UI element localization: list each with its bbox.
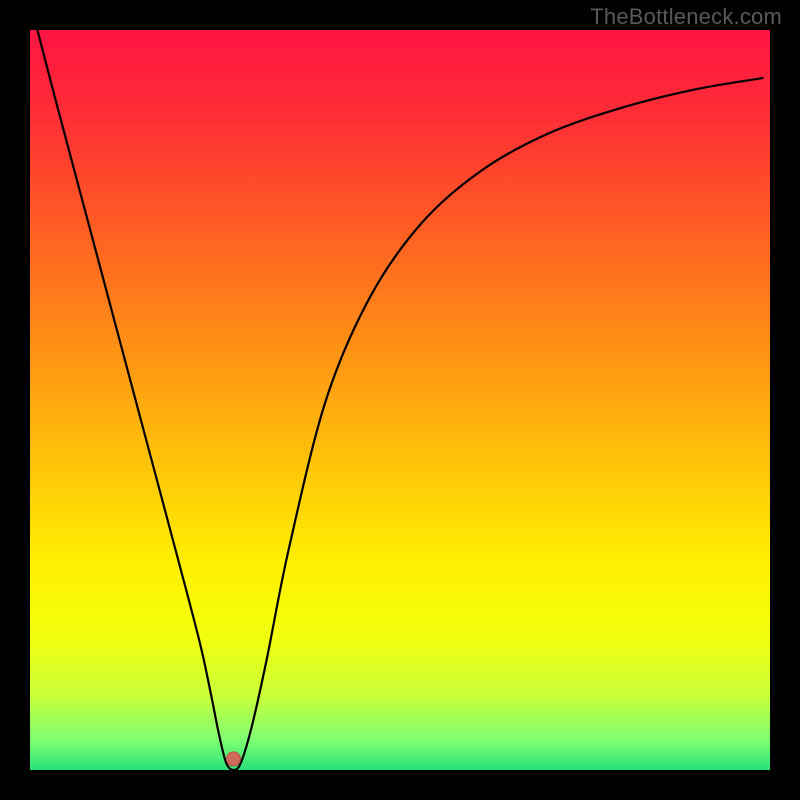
- watermark-text: TheBottleneck.com: [590, 4, 782, 30]
- optimum-marker: [227, 752, 241, 766]
- plot-svg: [30, 30, 770, 770]
- plot-area: [30, 30, 770, 770]
- gradient-background: [30, 30, 770, 770]
- chart-frame: TheBottleneck.com: [0, 0, 800, 800]
